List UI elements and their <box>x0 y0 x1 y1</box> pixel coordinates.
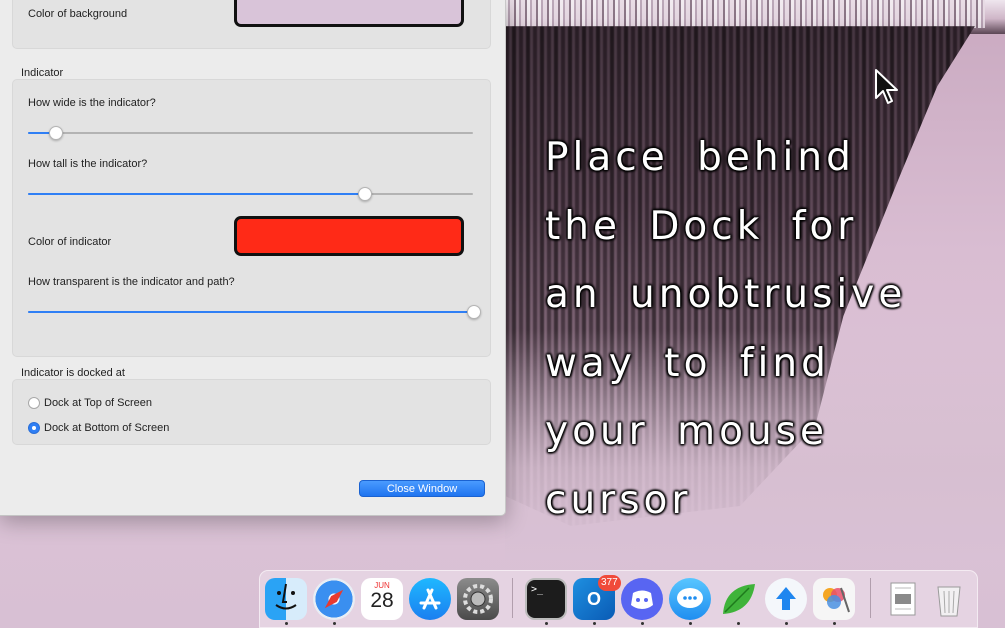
dock-separator <box>512 578 513 618</box>
dock-position-group-title: Indicator is docked at <box>21 367 125 379</box>
radio-button[interactable] <box>28 422 40 434</box>
running-indicator-dot <box>641 622 644 625</box>
background-color-label: Color of background <box>28 8 128 20</box>
indicator-color-well[interactable] <box>234 216 464 256</box>
desktop-message-line: an unobtrusive <box>545 272 907 317</box>
dock-separator <box>870 578 871 618</box>
slider-knob[interactable] <box>48 126 63 140</box>
slider-track <box>28 132 473 134</box>
indicator-width-label: How wide is the indicator? <box>28 97 156 109</box>
radio-dock-bottom[interactable]: Dock at Bottom of Screen <box>28 421 169 435</box>
dock-position-group <box>12 379 491 445</box>
safari-icon[interactable] <box>313 578 355 620</box>
leaf-app-icon[interactable] <box>717 578 759 620</box>
background-color-well[interactable] <box>234 0 464 27</box>
desktop-message-line: cursor <box>545 477 692 523</box>
running-indicator-dot <box>545 622 548 625</box>
indicator-transparency-label: How transparent is the indicator and pat… <box>28 276 235 288</box>
outlook-unread-badge: 377 <box>598 575 621 591</box>
desktop-message-line: way to find <box>545 340 830 386</box>
slider-fill <box>28 311 473 313</box>
calendar-icon[interactable]: JUN 28 <box>361 578 403 620</box>
terminal-icon[interactable]: >_ <box>525 578 567 620</box>
terminal-prompt: >_ <box>531 584 544 595</box>
radio-label: Dock at Top of Screen <box>44 397 153 409</box>
running-indicator-dot <box>333 622 336 625</box>
messages-icon[interactable] <box>669 578 711 620</box>
running-indicator-dot <box>689 622 692 625</box>
indicator-width-slider[interactable] <box>28 126 473 140</box>
wallpaper-rocks <box>505 0 985 28</box>
slider-fill <box>28 193 364 195</box>
settings-window: Color of background Indicator How wide i… <box>0 0 506 516</box>
running-indicator-dot <box>593 622 596 625</box>
indicator-transparency-slider[interactable] <box>28 305 481 319</box>
outlook-letter: O <box>586 588 601 609</box>
close-window-button[interactable]: Close Window <box>359 480 485 497</box>
radio-dock-top[interactable]: Dock at Top of Screen <box>28 396 152 410</box>
system-preferences-icon[interactable] <box>457 578 499 620</box>
discord-icon[interactable] <box>621 578 663 620</box>
preview-document-icon[interactable] <box>882 578 924 620</box>
running-indicator-dot <box>833 622 836 625</box>
photos-editor-icon[interactable] <box>813 578 855 620</box>
slider-knob[interactable] <box>357 187 372 201</box>
radio-label: Dock at Bottom of Screen <box>44 422 170 434</box>
trash-icon[interactable] <box>928 578 970 620</box>
desktop-message: Place behind the Dock for an unobtrusive… <box>545 124 975 535</box>
finder-icon[interactable] <box>265 578 307 620</box>
calendar-day: 28 <box>370 589 394 612</box>
running-indicator-dot <box>785 622 788 625</box>
indicator-height-slider[interactable] <box>28 187 473 201</box>
desktop-message-line: the Dock for <box>545 203 858 249</box>
running-indicator-dot <box>285 622 288 625</box>
app-store-icon[interactable] <box>409 578 451 620</box>
indicator-color-label: Color of indicator <box>28 236 112 248</box>
radio-button[interactable] <box>28 397 40 409</box>
upload-app-icon[interactable] <box>765 578 807 620</box>
indicator-group-title: Indicator <box>21 67 64 79</box>
mouse-cursor-icon <box>875 69 898 104</box>
running-indicator-dot <box>737 622 740 625</box>
desktop-message-line: your mouse <box>545 409 828 454</box>
slider-knob[interactable] <box>467 305 481 319</box>
desktop-message-line: Place behind <box>545 135 855 180</box>
indicator-height-label: How tall is the indicator? <box>28 158 148 170</box>
